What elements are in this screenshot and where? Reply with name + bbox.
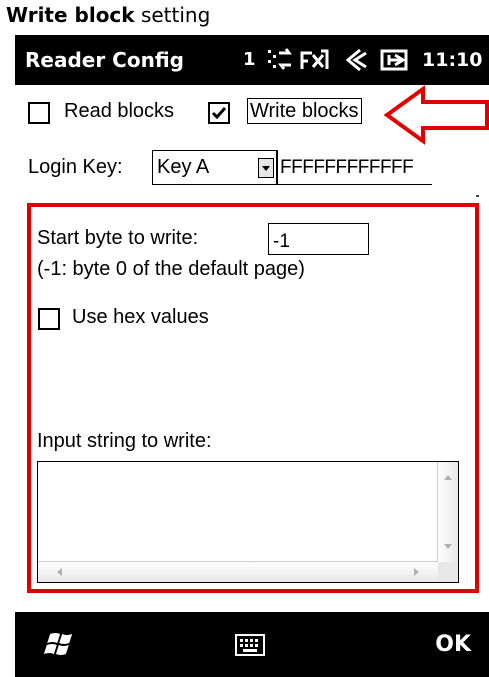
- data-sync-icon: [268, 48, 292, 70]
- caption-rest: setting: [134, 3, 211, 27]
- app-body: Read blocks Write blocks Login Key: Key …: [15, 85, 489, 612]
- app-title: Reader Config: [25, 48, 184, 72]
- write-panel-highlight: [27, 203, 479, 593]
- windows-start-icon[interactable]: [41, 630, 75, 660]
- login-key-input[interactable]: FFFFFFFFFFFF: [277, 150, 432, 185]
- login-key-label: Login Key:: [28, 156, 123, 178]
- chevron-down-icon[interactable]: [258, 158, 274, 178]
- signal-text: 1: [243, 49, 256, 70]
- ok-button[interactable]: OK: [435, 612, 471, 677]
- clock: 11:10: [422, 49, 483, 71]
- write-blocks-label[interactable]: Write blocks: [247, 98, 362, 124]
- battery-charging-icon: [380, 49, 408, 71]
- caption: Write block setting: [6, 0, 210, 30]
- checkmark-icon: [211, 107, 227, 120]
- title-bar: Reader Config 1 11:10: [15, 35, 489, 85]
- keyboard-icon[interactable]: [235, 634, 265, 656]
- caption-bold: Write block: [6, 3, 135, 27]
- bottom-bar: OK: [15, 612, 489, 677]
- scroll-mark: [476, 195, 479, 197]
- key-select[interactable]: Key A: [152, 150, 277, 185]
- read-blocks-label[interactable]: Read blocks: [64, 100, 174, 123]
- red-arrow-icon: [383, 85, 489, 145]
- key-select-value: Key A: [157, 156, 210, 178]
- read-blocks-checkbox[interactable]: [28, 102, 50, 124]
- write-blocks-checkbox[interactable]: [208, 102, 230, 124]
- speaker-icon: [345, 48, 367, 72]
- no-signal-icon: [300, 49, 329, 69]
